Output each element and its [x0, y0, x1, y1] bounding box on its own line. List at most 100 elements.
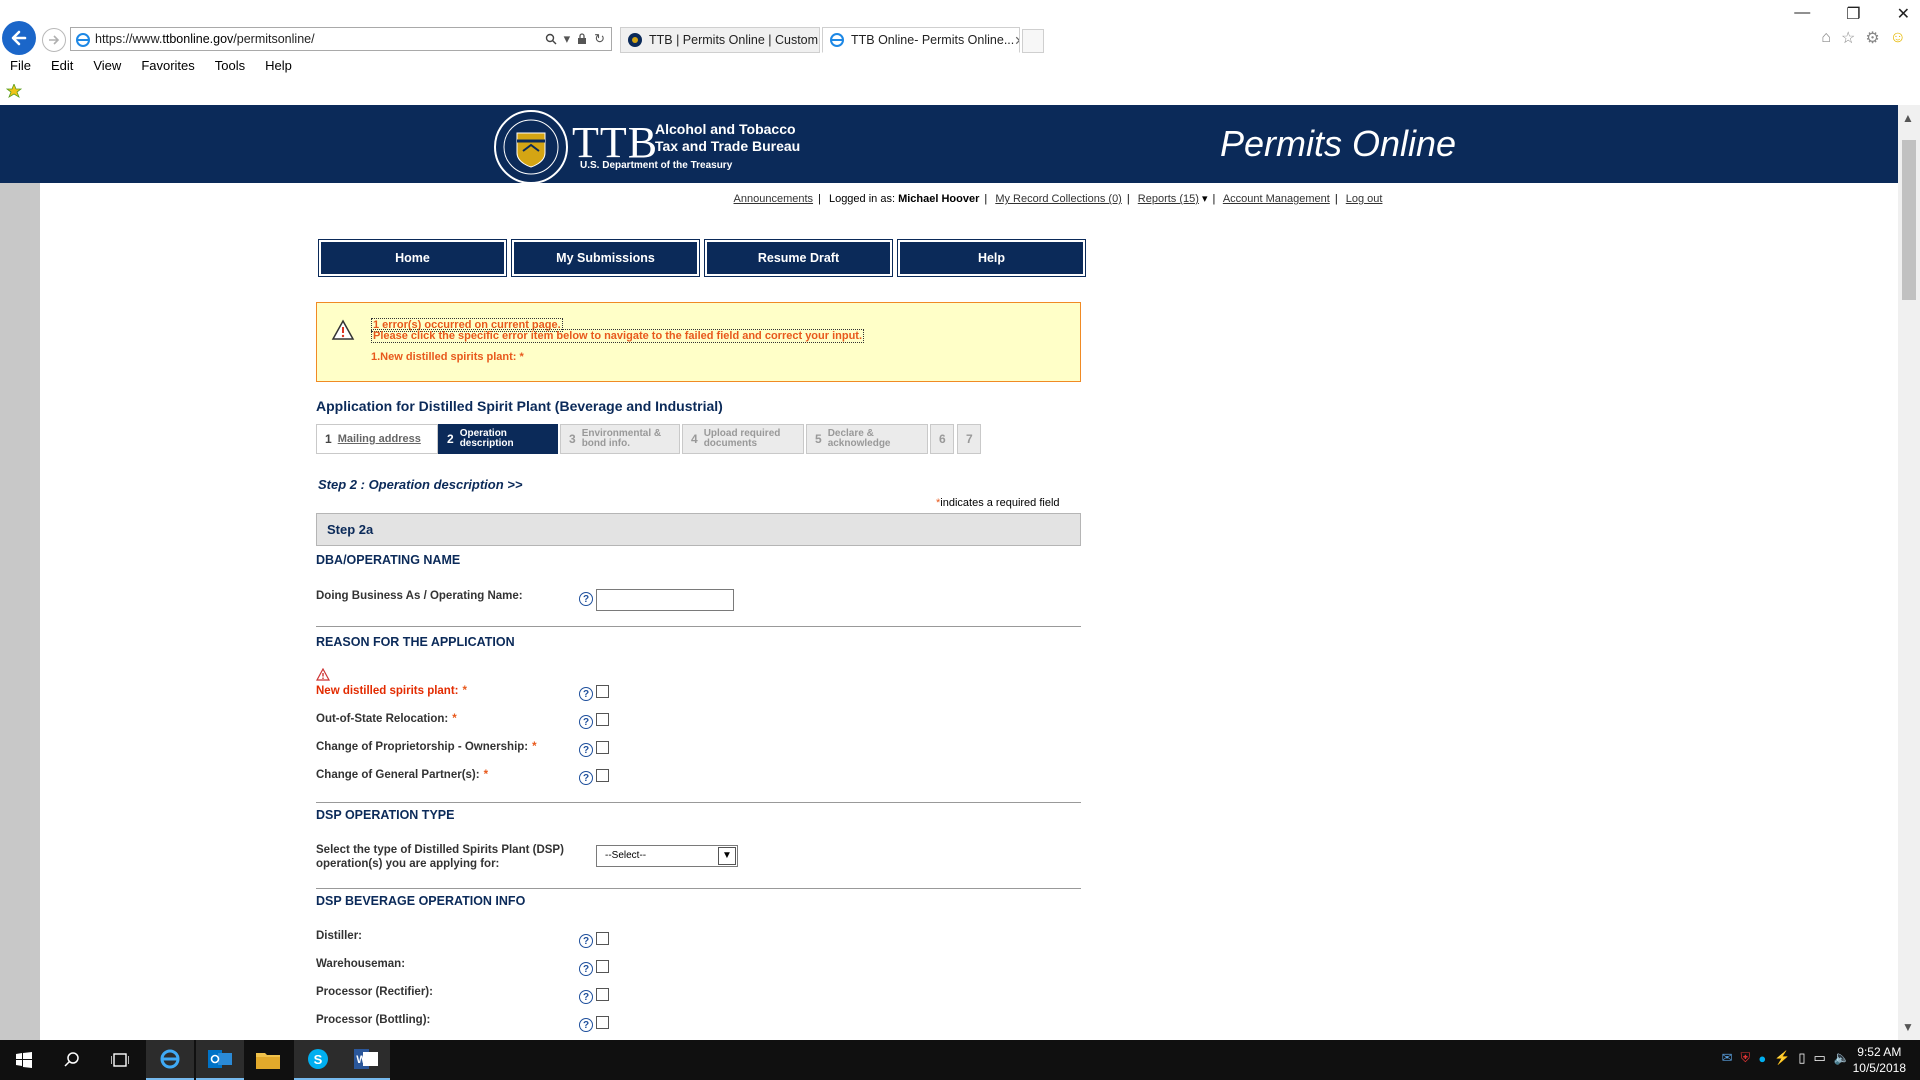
step-number: 4	[691, 432, 698, 446]
account-management-link[interactable]: Account Management	[1223, 193, 1330, 205]
taskbar-search-button[interactable]	[48, 1040, 96, 1080]
step-number: 2	[447, 432, 454, 446]
url-text[interactable]: https://www.ttbonline.gov/permitsonline/	[95, 32, 315, 46]
dsp-type-label-line1: Select the type of Distilled Spirits Pla…	[316, 844, 564, 856]
reason-general-partner-label: Change of General Partner(s): *	[316, 769, 488, 781]
taskbar-word[interactable]: W	[342, 1040, 390, 1080]
step-2-operation-description[interactable]: 2 Operation description	[438, 424, 558, 454]
bev-distiller-help-icon[interactable]: ?	[579, 934, 593, 948]
skype-icon: S	[308, 1049, 328, 1069]
forward-button[interactable]	[42, 28, 66, 52]
tray-volume-icon[interactable]: 🔈	[1834, 1050, 1850, 1066]
step-1-mailing-address[interactable]: 1 Mailing address	[316, 424, 438, 454]
step-number: 3	[569, 432, 576, 446]
dsp-type-selected-value: --Select--	[605, 850, 647, 861]
scroll-up-icon[interactable]: ▲	[1902, 111, 1914, 125]
lock-icon[interactable]	[577, 33, 587, 45]
nav-home-button[interactable]: Home	[318, 239, 507, 277]
home-icon[interactable]: ⌂	[1821, 29, 1831, 47]
scrollbar-thumb[interactable]	[1902, 140, 1916, 300]
taskbar-file-explorer[interactable]	[244, 1040, 292, 1080]
bev-bottling-checkbox[interactable]	[596, 1016, 609, 1029]
reports-link[interactable]: Reports (15)	[1138, 193, 1199, 205]
tray-shield-icon[interactable]: ⛨	[1741, 1050, 1751, 1066]
announcements-link[interactable]: Announcements	[734, 193, 814, 205]
reason-relocation-help-icon[interactable]: ?	[579, 715, 593, 729]
menu-edit[interactable]: Edit	[41, 56, 83, 76]
minimize-icon[interactable]: —	[1794, 4, 1810, 24]
taskbar-outlook[interactable]	[196, 1040, 244, 1080]
menu-help[interactable]: Help	[255, 56, 302, 76]
favorites-star-icon[interactable]: ☆	[1841, 28, 1855, 48]
smiley-feedback-icon[interactable]: ☺	[1890, 29, 1906, 47]
reason-proprietorship-help-icon[interactable]: ?	[579, 743, 593, 757]
required-star: *	[452, 713, 457, 725]
search-icon	[64, 1052, 79, 1067]
menu-tools[interactable]: Tools	[205, 56, 255, 76]
tray-network-icon[interactable]: ▭	[1814, 1050, 1826, 1066]
chevron-down-icon[interactable]: ▼	[718, 847, 736, 865]
reason-new-plant-checkbox[interactable]	[596, 685, 609, 698]
tray-sync-icon[interactable]: ⚡	[1774, 1050, 1790, 1066]
menu-view[interactable]: View	[83, 56, 131, 76]
reason-relocation-checkbox[interactable]	[596, 713, 609, 726]
tray-skype-icon[interactable]: ●	[1758, 1051, 1766, 1066]
ie-tab-icon	[830, 33, 844, 47]
bev-bottling-help-icon[interactable]: ?	[579, 1018, 593, 1032]
scroll-down-icon[interactable]: ▼	[1902, 1020, 1914, 1034]
address-bar[interactable]: https://www.ttbonline.gov/permitsonline/…	[70, 27, 612, 51]
reports-dropdown-icon[interactable]: ▾	[1199, 193, 1208, 205]
nav-help-button[interactable]: Help	[897, 239, 1086, 277]
step-4-upload-documents[interactable]: 4 Upload required documents	[682, 424, 804, 454]
taskbar-clock[interactable]: 9:52 AM 10/5/2018	[1853, 1044, 1906, 1076]
settings-gear-icon[interactable]: ⚙	[1865, 28, 1879, 48]
browser-tab-1[interactable]: TTB | Permits Online | Custom...	[620, 27, 820, 53]
close-window-icon[interactable]: ✕	[1897, 4, 1910, 24]
back-button[interactable]	[2, 21, 36, 55]
refresh-icon[interactable]: ↻	[594, 31, 605, 47]
nav-resume-draft-button[interactable]: Resume Draft	[704, 239, 893, 277]
menu-favorites[interactable]: Favorites	[131, 56, 204, 76]
dsp-type-select[interactable]: --Select-- ▼	[596, 845, 738, 867]
windows-start-button[interactable]	[0, 1040, 48, 1080]
favorites-bar-star-icon[interactable]	[6, 84, 22, 98]
step-3-environmental[interactable]: 3 Environmental & bond info.	[560, 424, 680, 454]
reason-general-partner-help-icon[interactable]: ?	[579, 771, 593, 785]
task-view-button[interactable]	[96, 1040, 144, 1080]
bev-rectifier-checkbox[interactable]	[596, 988, 609, 1001]
new-tab-button[interactable]	[1022, 29, 1044, 53]
error-item-link[interactable]: 1.New distilled spirits plant: *	[371, 351, 524, 363]
taskbar-internet-explorer[interactable]	[146, 1040, 194, 1080]
tab-label: TTB | Permits Online | Custom...	[649, 33, 820, 47]
step-5-declare-acknowledge[interactable]: 5 Declare & acknowledge	[806, 424, 928, 454]
record-collections-link[interactable]: My Record Collections (0)	[995, 193, 1122, 205]
tray-outlook-icon[interactable]: ✉	[1722, 1050, 1733, 1066]
step-6[interactable]: 6	[930, 424, 954, 454]
browser-toolbar-right: ⌂ ☆ ⚙ ☺	[1821, 28, 1906, 48]
dropdown-caret-icon[interactable]: ▾	[564, 31, 571, 47]
bev-warehouseman-help-icon[interactable]: ?	[579, 962, 593, 976]
search-icon[interactable]	[545, 33, 557, 45]
dba-help-icon[interactable]: ?	[579, 592, 593, 606]
reason-general-partner-checkbox[interactable]	[596, 769, 609, 782]
reason-proprietorship-checkbox[interactable]	[596, 741, 609, 754]
browser-tab-2[interactable]: TTB Online- Permits Online... ✕	[822, 27, 1020, 53]
vertical-scrollbar[interactable]: ▲ ▼	[1898, 105, 1920, 1040]
tray-battery-icon[interactable]: ▯	[1798, 1050, 1805, 1066]
nav-my-submissions-button[interactable]: My Submissions	[511, 239, 700, 277]
logout-link[interactable]: Log out	[1346, 193, 1383, 205]
bev-distiller-checkbox[interactable]	[596, 932, 609, 945]
menu-file[interactable]: File	[0, 56, 41, 76]
error-instruction-text: Please click the specific error item bel…	[371, 329, 865, 343]
close-tab-icon[interactable]: ✕	[1014, 33, 1019, 48]
restore-icon[interactable]: ❐	[1846, 4, 1860, 24]
bev-warehouseman-checkbox[interactable]	[596, 960, 609, 973]
reason-new-plant-help-icon[interactable]: ?	[579, 687, 593, 701]
dba-input[interactable]	[596, 589, 734, 611]
step-7[interactable]: 7	[957, 424, 981, 454]
logged-in-user: Michael Hoover	[898, 193, 980, 205]
bev-rectifier-help-icon[interactable]: ?	[579, 990, 593, 1004]
taskbar-skype[interactable]: S	[294, 1040, 342, 1080]
main-nav: Home My Submissions Resume Draft Help	[318, 239, 1086, 277]
required-field-note: *indicates a required field	[936, 497, 1060, 509]
